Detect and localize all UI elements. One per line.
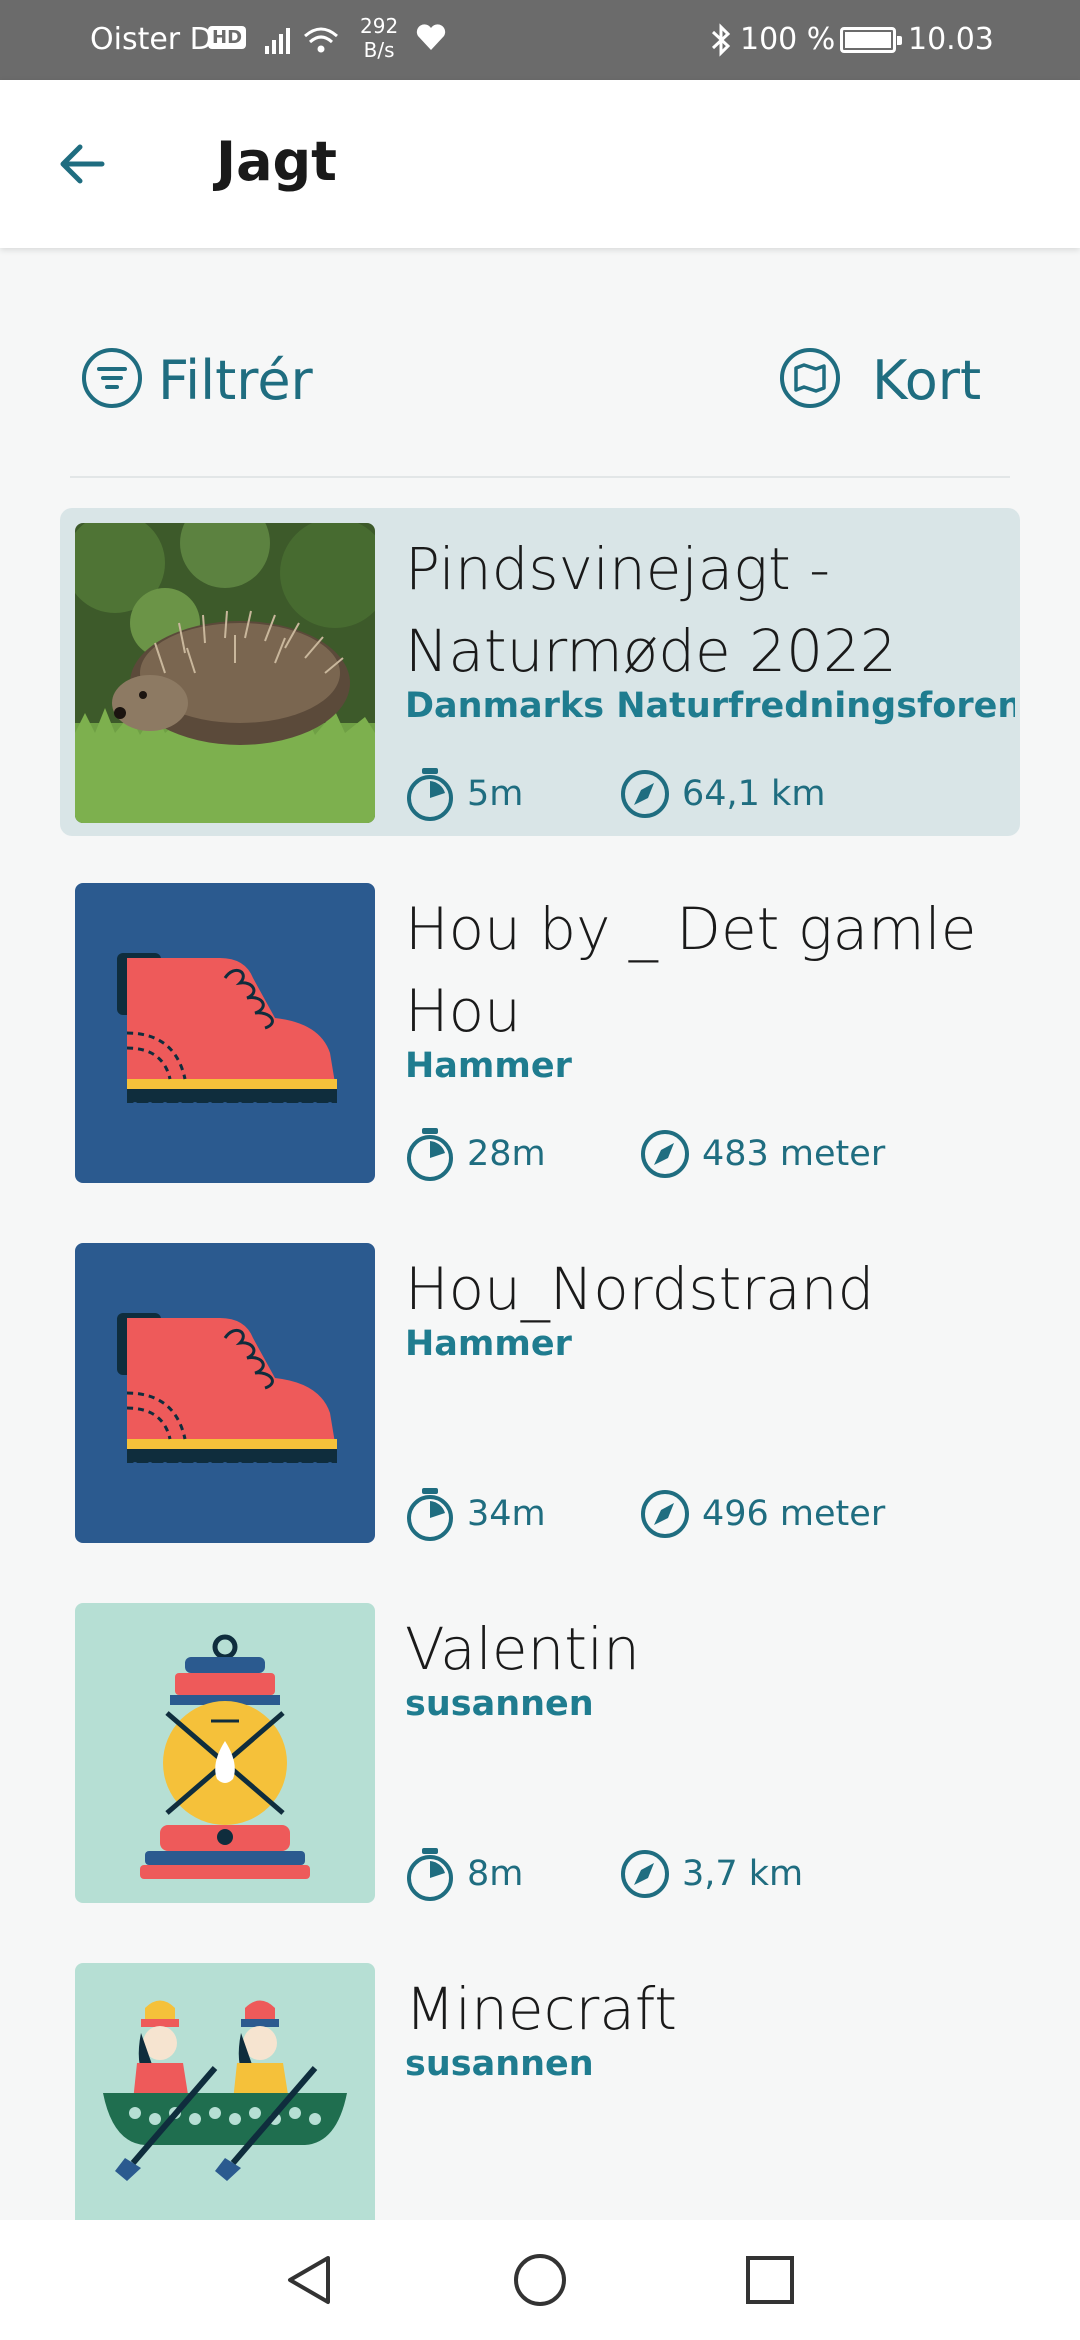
hunt-author: Hammer: [405, 1324, 572, 1364]
lantern-icon: [75, 1603, 375, 1903]
canoe-icon: [75, 1963, 375, 2263]
hunt-meta: 34m 496 meter: [405, 1486, 885, 1542]
square-recents-icon[interactable]: [740, 2250, 800, 2310]
hunt-duration: 8m: [467, 1854, 524, 1894]
hunt-author: Danmarks Naturfredningsforening: [405, 686, 1015, 726]
back-arrow-icon[interactable]: [50, 132, 114, 196]
signal-wifi-icon: [265, 22, 345, 64]
hunt-duration: 5m: [467, 774, 524, 814]
filter-icon: [80, 346, 144, 414]
hunt-name: Hou by _ Det gamle Hou: [405, 895, 977, 1045]
heart-icon: [414, 20, 448, 62]
divider: [70, 476, 1010, 478]
bluetooth-icon: [710, 22, 732, 66]
map-button[interactable]: Kort: [778, 340, 981, 420]
page-title: Jagt: [216, 130, 337, 193]
hedgehog-photo: [75, 523, 375, 823]
circle-home-icon[interactable]: [510, 2250, 570, 2310]
stopwatch-icon: [407, 1488, 453, 1541]
speed-unit: B/s: [363, 38, 395, 62]
boot-icon: [75, 1243, 375, 1543]
stopwatch-icon: [407, 1848, 453, 1901]
hunt-distance: 64,1 km: [682, 774, 826, 814]
hunt-card[interactable]: Valentin susannen 8m 3,7 km: [60, 1588, 1020, 1916]
hunt-distance: 483 meter: [702, 1134, 886, 1174]
hunt-distance: 3,7 km: [682, 1854, 804, 1894]
hunt-name: Hou_Nordstrand: [405, 1255, 875, 1323]
compass-icon: [621, 1850, 669, 1898]
hunt-name: Minecraft: [405, 1975, 678, 2043]
speed-value: 292: [360, 14, 399, 38]
hunt-author: susannen: [405, 1684, 594, 1724]
hunt-author: Hammer: [405, 1046, 572, 1086]
hunt-name: Pindsvinejagt - Naturmøde 2022: [405, 535, 897, 685]
hd-badge: HD: [208, 26, 247, 49]
compass-icon: [621, 770, 669, 818]
filter-button[interactable]: Filtrér: [80, 340, 313, 420]
hunt-meta: 28m 483 meter: [405, 1126, 885, 1182]
network-speed: 292 B/s: [360, 14, 398, 62]
hunt-duration: 34m: [467, 1494, 546, 1534]
hunt-name: Valentin: [405, 1615, 640, 1683]
stopwatch-icon: [407, 1128, 453, 1181]
battery-percent: 100 %: [740, 22, 836, 57]
hunt-meta: 5m 64,1 km: [405, 766, 825, 822]
hunt-duration: 28m: [467, 1134, 546, 1174]
app-bar: Jagt: [0, 80, 1080, 248]
status-bar: Oister DK HD 292 B/s 100 % 10.03: [0, 0, 1080, 80]
compass-icon: [641, 1490, 689, 1538]
hunt-card[interactable]: Pindsvinejagt - Naturmøde 2022 Danmarks …: [60, 508, 1020, 836]
hunt-meta: 8m 3,7 km: [405, 1846, 803, 1902]
system-nav-bar: [0, 2220, 1080, 2340]
map-icon: [778, 346, 842, 414]
stopwatch-icon: [407, 768, 453, 821]
map-label: Kort: [872, 348, 982, 412]
battery-icon: [840, 27, 902, 53]
boot-icon: [75, 883, 375, 1183]
hunt-card[interactable]: Hou by _ Det gamle Hou Hammer 28m 483 me…: [60, 868, 1020, 1196]
triangle-back-icon[interactable]: [280, 2250, 340, 2310]
hunt-distance: 496 meter: [702, 1494, 886, 1534]
filter-label: Filtrér: [158, 348, 313, 412]
clock: 10.03: [908, 22, 994, 57]
hunt-author: susannen: [405, 2044, 594, 2084]
hunt-card[interactable]: Hou_Nordstrand Hammer 34m 496 meter: [60, 1228, 1020, 1556]
compass-icon: [641, 1130, 689, 1178]
